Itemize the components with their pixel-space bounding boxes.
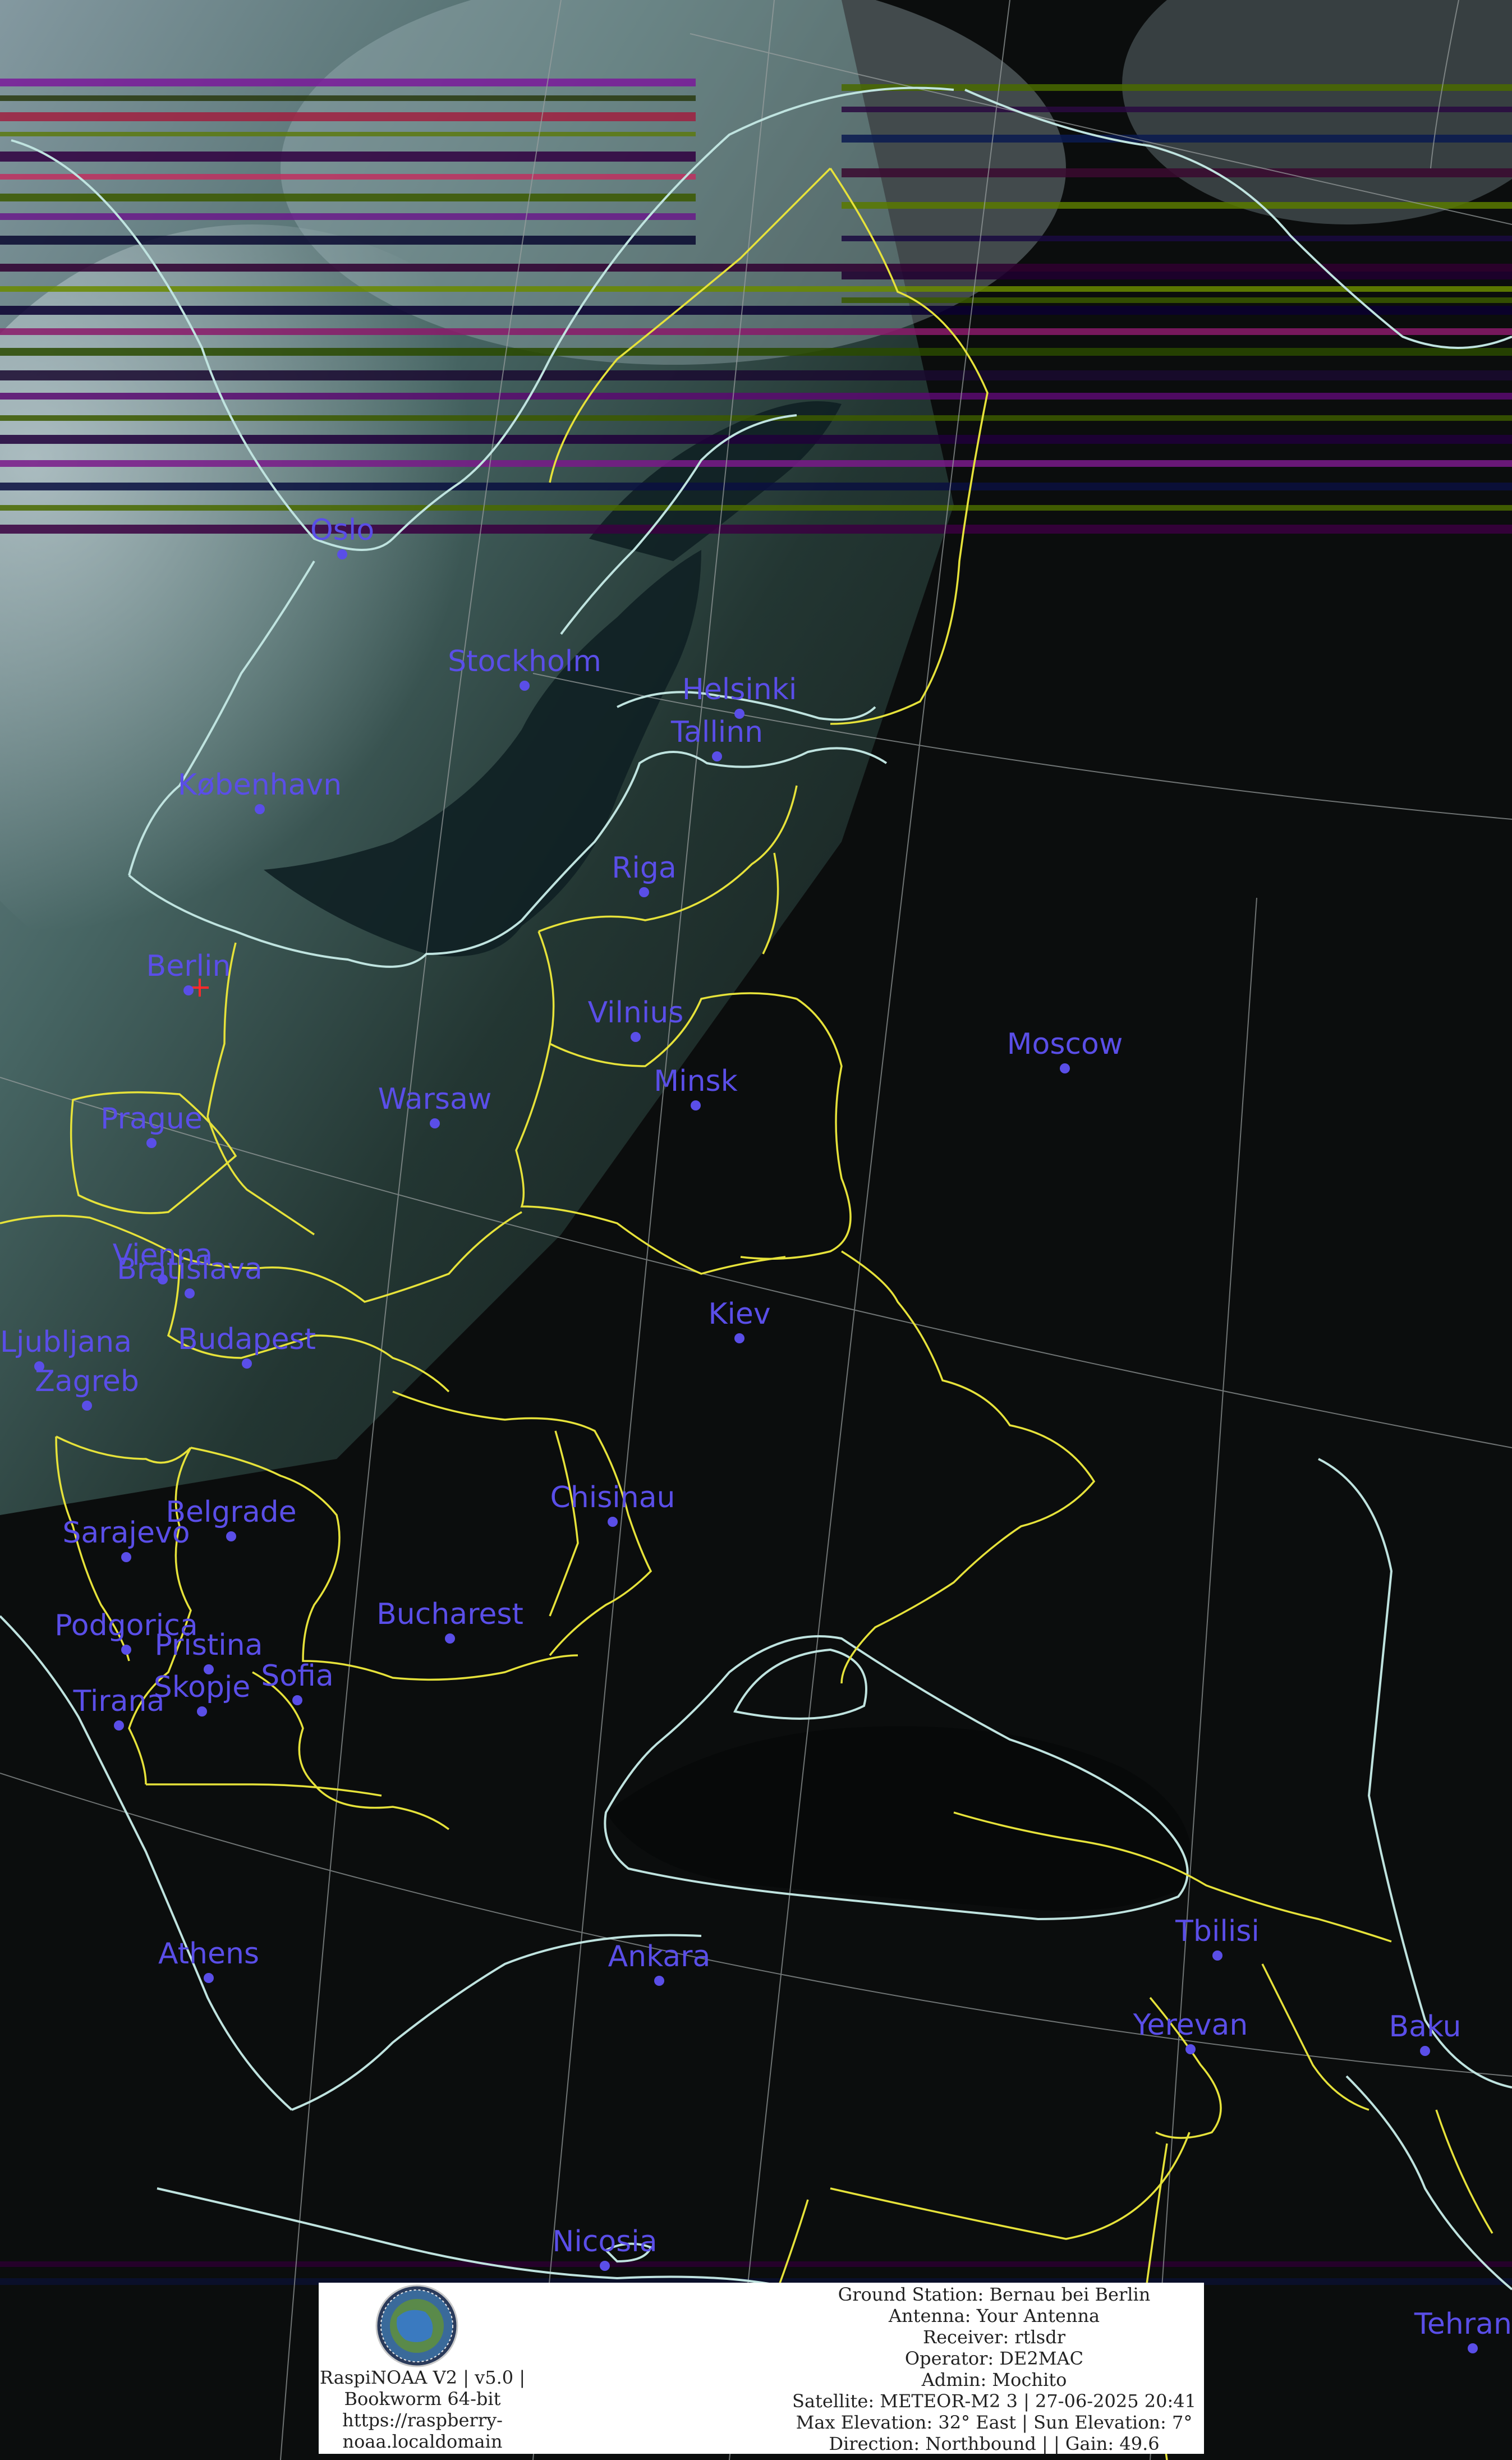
city-label: Yerevan: [1133, 2008, 1248, 2042]
city-label: København: [178, 768, 342, 802]
city-dot: [292, 1695, 302, 1705]
city-label: Tirana: [73, 1685, 165, 1718]
city-label: Nicosia: [552, 2225, 657, 2259]
info-footer: RaspiNOAA V2 | v5.0 | Bookworm 64-bit ht…: [319, 2283, 1204, 2454]
city-dot: [1420, 2046, 1430, 2056]
city-label: Tehran: [1414, 2307, 1512, 2341]
city-dot: [121, 1552, 131, 1562]
city-dot: [1060, 1063, 1070, 1073]
city-label: Bratislava: [117, 1252, 263, 1286]
city-label: Vilnius: [588, 996, 684, 1030]
city-label: Warsaw: [378, 1082, 492, 1116]
city-dot: [146, 1138, 157, 1148]
city-dot: [1468, 2343, 1478, 2353]
city-label: Zagreb: [35, 1365, 139, 1398]
city-label: Ljubljana: [0, 1325, 132, 1359]
city-dot: [1212, 1950, 1223, 1961]
city-label: Tbilisi: [1175, 1915, 1260, 1948]
city-dot: [608, 1517, 618, 1527]
elevation-line: Max Elevation: 32° East | Sun Elevation:…: [796, 2412, 1193, 2433]
city-label: Helsinki: [682, 673, 797, 706]
city-label: Oslo: [310, 513, 374, 547]
city-label: Chisinau: [550, 1481, 675, 1514]
city-label: Pristina: [154, 1628, 263, 1662]
city-dot: [337, 549, 347, 559]
city-label: Minsk: [654, 1064, 737, 1098]
city-dot: [712, 751, 722, 761]
city-label: Bucharest: [376, 1598, 523, 1631]
city-dot: [185, 1288, 195, 1298]
city-dot: [197, 1706, 207, 1717]
city-label: Budapest: [178, 1323, 316, 1356]
city-label: Sofia: [261, 1659, 333, 1693]
city-dot: [600, 2261, 610, 2271]
satellite-line: Satellite: METEOR-M2 3 | 27-06-2025 20:4…: [792, 2390, 1196, 2412]
city-dot: [1185, 2044, 1196, 2054]
city-label: Moscow: [1007, 1027, 1123, 1061]
city-dot: [204, 1973, 214, 1983]
footer-left-line: RaspiNOAA V2 | v5.0 |: [319, 2367, 526, 2388]
city-label: Athens: [158, 1937, 259, 1971]
ground-station-line: Ground Station: Bernau bei Berlin: [838, 2284, 1151, 2305]
city-label: Sarajevo: [62, 1516, 190, 1550]
city-dot: [183, 985, 194, 995]
city-dot: [430, 1118, 440, 1128]
city-dot: [82, 1401, 92, 1411]
city-dot: [255, 804, 265, 814]
footer-left-line: Bookworm 64-bit: [344, 2388, 501, 2409]
pass-details: Ground Station: Bernau bei Berlin Antenn…: [784, 2284, 1204, 2454]
city-label: Skopje: [154, 1670, 251, 1704]
city-dot: [520, 681, 530, 691]
city-label: Berlin: [146, 949, 231, 983]
admin-line: Admin: Mochito: [921, 2369, 1067, 2390]
city-dot: [639, 887, 649, 897]
city-label: Prague: [100, 1102, 203, 1136]
footer-left-line: noaa.localdomain: [342, 2431, 503, 2452]
city-label: Riga: [612, 851, 676, 885]
operator-line: Operator: DE2MAC: [904, 2348, 1084, 2369]
city-dot: [121, 1645, 131, 1655]
footer-left-line: https://raspberry-: [342, 2409, 503, 2431]
city-label: Stockholm: [448, 645, 601, 678]
antenna-line: Antenna: Your Antenna: [888, 2305, 1100, 2326]
city-dot: [242, 1358, 252, 1369]
city-dot: [445, 1633, 455, 1644]
city-dot: [226, 1531, 236, 1541]
city-dot: [631, 1032, 641, 1042]
city-dot: [114, 1720, 124, 1731]
map-canvas: Oslo Stockholm Helsinki Tallinn København Rig…: [0, 0, 1512, 2460]
satellite-image: Oslo Stockholm Helsinki Tallinn København Rig…: [0, 0, 1512, 2460]
raspinoaa-logo-icon: [375, 2284, 458, 2367]
station-software-info: RaspiNOAA V2 | v5.0 | Bookworm 64-bit ht…: [319, 2367, 526, 2452]
city-label: Kiev: [708, 1297, 770, 1331]
receiver-line: Receiver: rtlsdr: [923, 2326, 1065, 2348]
city-label: Tallinn: [670, 715, 763, 749]
city-dot: [734, 1333, 744, 1343]
city-label: Ankara: [608, 1940, 711, 1973]
city-dot: [691, 1100, 701, 1110]
direction-line: Direction: Northbound | | Gain: 49.6: [829, 2433, 1160, 2454]
city-dot: [654, 1976, 664, 1986]
city-label: Baku: [1389, 2010, 1461, 2044]
